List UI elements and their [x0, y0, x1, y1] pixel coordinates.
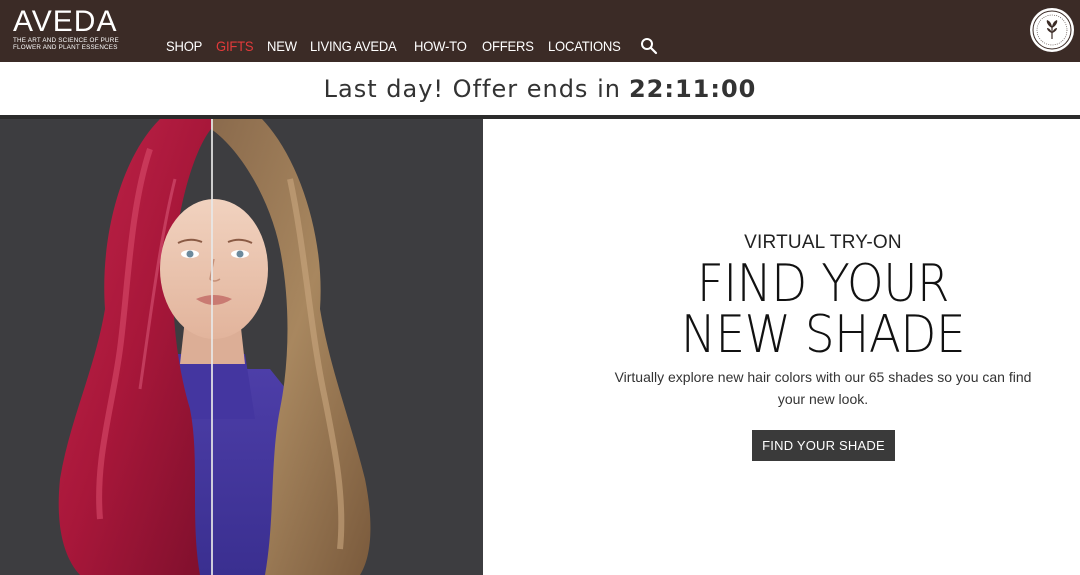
hero-content: VIRTUAL TRY-ON FIND YOUR NEW SHADE Virtu…: [483, 119, 1080, 575]
offer-countdown: 22:11:00: [628, 74, 757, 103]
hero-kicker: VIRTUAL TRY-ON: [744, 232, 902, 253]
site-header: AVEDA THE ART AND SCIENCE OF PURE FLOWER…: [0, 0, 1080, 62]
hero-headline: FIND YOUR NEW SHADE: [517, 254, 1080, 365]
search-icon[interactable]: [640, 37, 658, 55]
nav-item-new[interactable]: NEW: [267, 37, 297, 55]
main-nav: SHOP GIFTS NEW LIVING AVEDA HOW-TO OFFER…: [166, 37, 658, 55]
aveda-logo[interactable]: AVEDA THE ART AND SCIENCE OF PURE FLOWER…: [13, 5, 145, 54]
nav-item-how-to[interactable]: HOW-TO: [414, 37, 467, 55]
headline-line2: NEW SHADE: [680, 305, 966, 365]
nav-item-living-aveda[interactable]: LIVING AVEDA: [310, 37, 397, 55]
nav-item-shop[interactable]: SHOP: [166, 37, 202, 55]
model-illustration: [0, 119, 483, 575]
hero-description: Virtually explore new hair colors with o…: [614, 369, 1032, 407]
offer-text: Last day! Offer ends in: [323, 74, 621, 103]
offer-banner: Last day! Offer ends in 22:11:00: [0, 62, 1080, 115]
headline-line1: FIND YOUR: [696, 254, 950, 314]
find-your-shade-button[interactable]: FIND YOUR SHADE: [752, 430, 895, 461]
nav-item-offers[interactable]: OFFERS: [482, 37, 534, 55]
hero-image: [0, 119, 483, 575]
logo-tagline-line2: FLOWER AND PLANT ESSENCES: [13, 44, 118, 51]
nav-item-gifts[interactable]: GIFTS: [216, 37, 254, 55]
nav-item-locations[interactable]: LOCATIONS: [548, 37, 621, 55]
earth-day-seal-icon: [1030, 8, 1074, 52]
comparison-split-line[interactable]: [211, 119, 213, 575]
logo-tagline-line1: THE ART AND SCIENCE OF PURE: [13, 37, 119, 44]
page: AVEDA THE ART AND SCIENCE OF PURE FLOWER…: [0, 0, 1080, 575]
logo-wordmark: AVEDA: [13, 5, 118, 38]
